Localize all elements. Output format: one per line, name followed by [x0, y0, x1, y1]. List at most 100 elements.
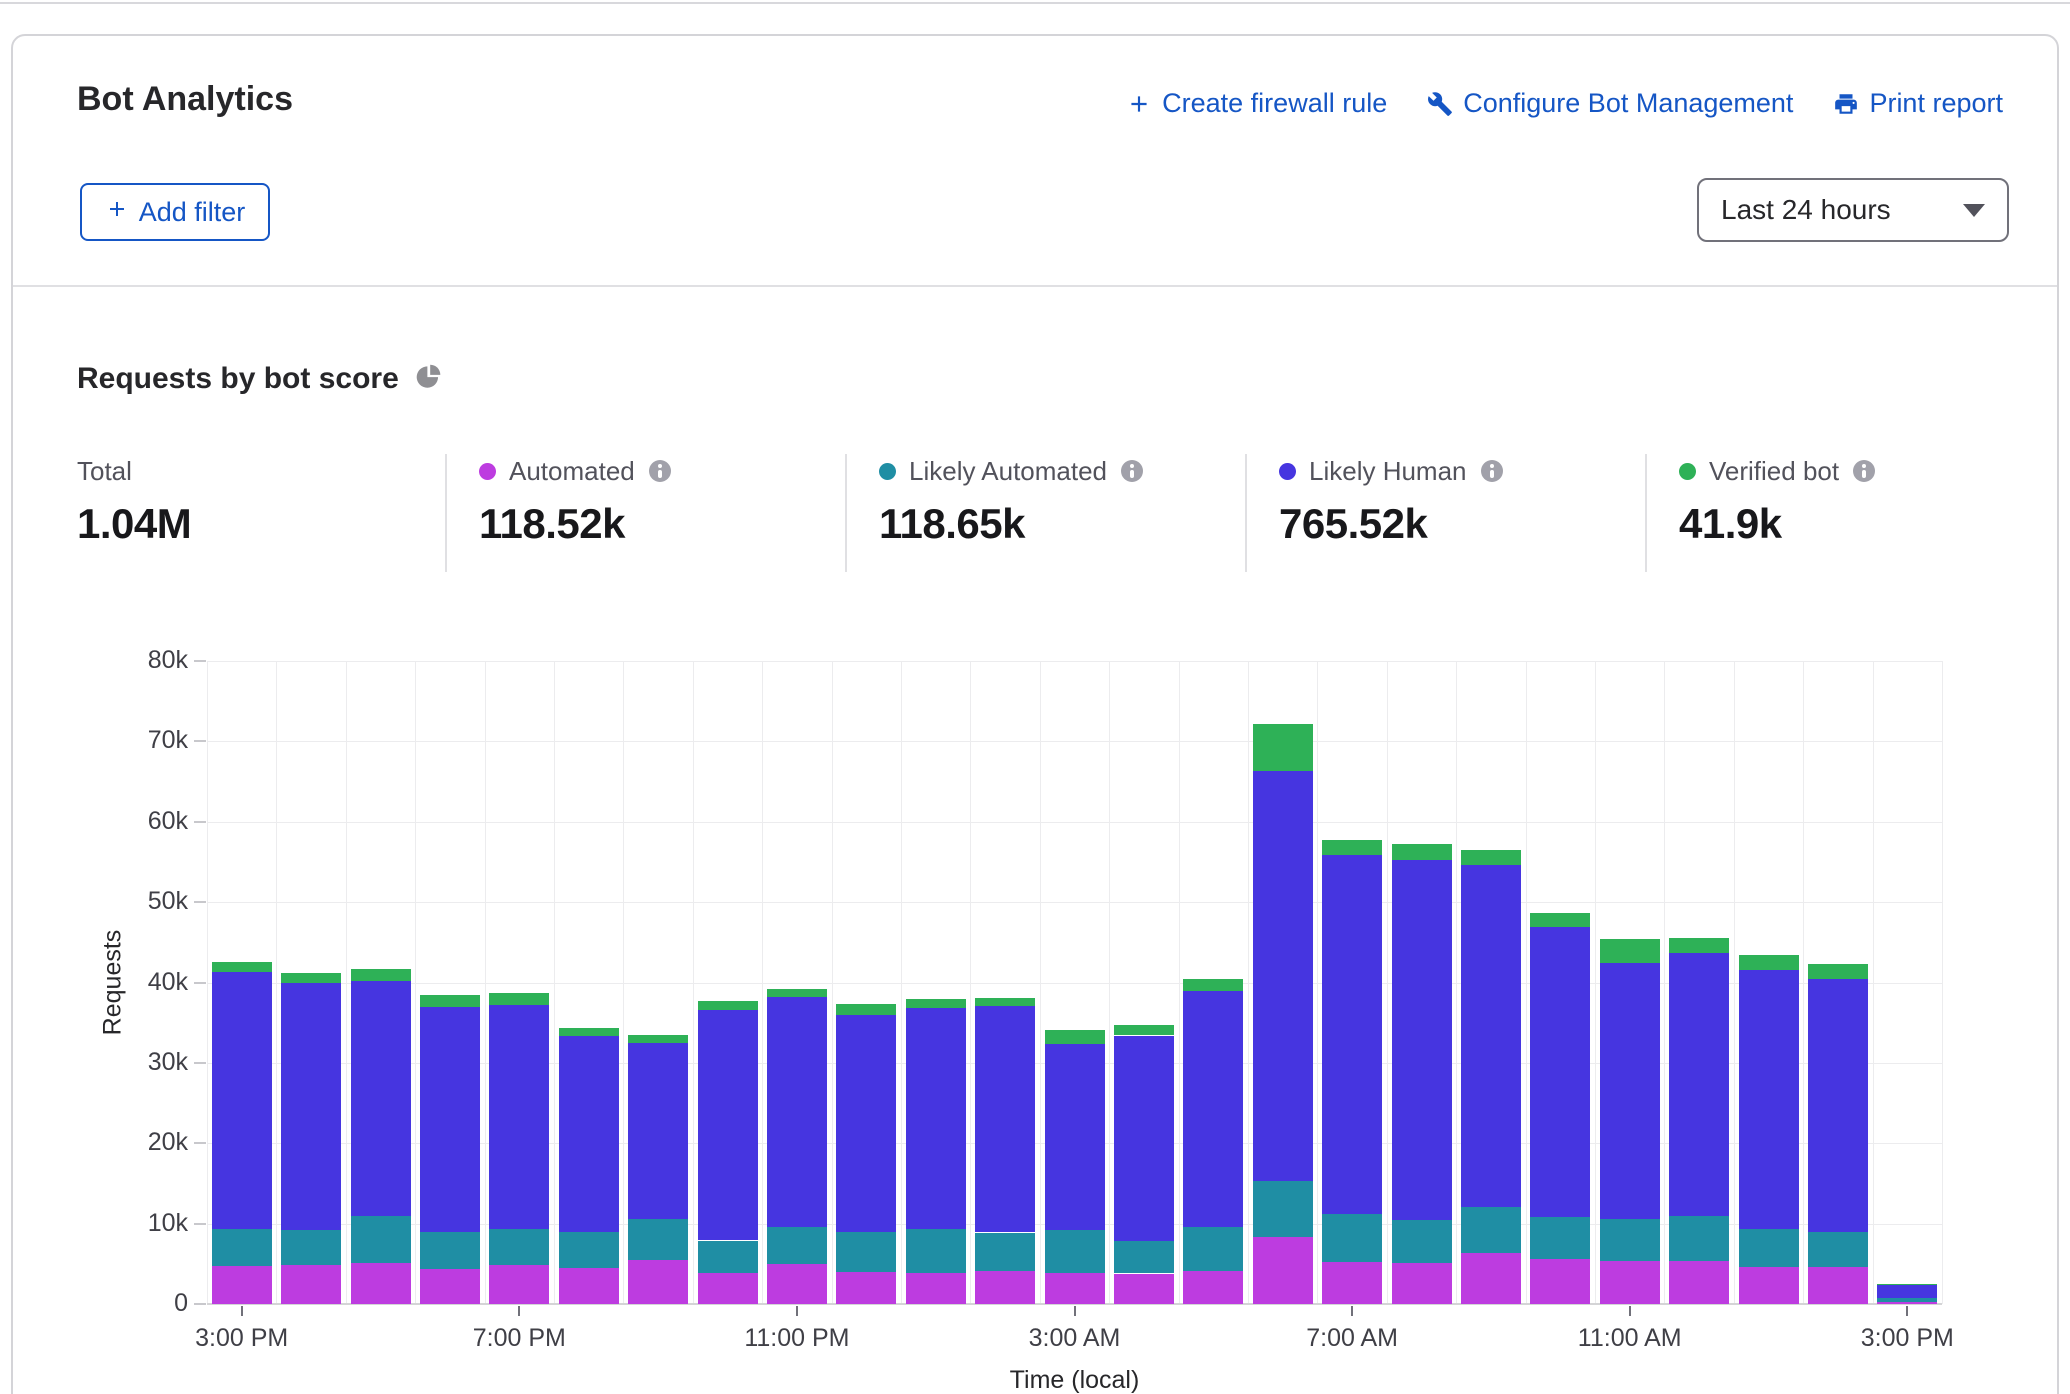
bar-segment-likely-automated[interactable]	[1808, 1232, 1868, 1267]
bar-segment-likely-automated[interactable]	[281, 1230, 341, 1265]
bar-segment-likely-human[interactable]	[698, 1010, 758, 1241]
bar-segment-automated[interactable]	[420, 1269, 480, 1304]
bar-segment-verified-bot[interactable]	[1253, 724, 1313, 771]
bar-segment-verified-bot[interactable]	[212, 962, 272, 972]
bar-segment-automated[interactable]	[975, 1271, 1035, 1304]
create-firewall-rule-link[interactable]: Create firewall rule	[1126, 88, 1387, 119]
bar-segment-likely-human[interactable]	[1183, 991, 1243, 1227]
bar-segment-likely-automated[interactable]	[698, 1241, 758, 1273]
bar-segment-automated[interactable]	[1183, 1271, 1243, 1304]
bar-segment-likely-human[interactable]	[420, 1007, 480, 1231]
bar-segment-likely-human[interactable]	[628, 1043, 688, 1219]
bar-segment-likely-automated[interactable]	[1322, 1214, 1382, 1262]
bar-segment-automated[interactable]	[351, 1263, 411, 1304]
bar-segment-verified-bot[interactable]	[1461, 850, 1521, 865]
bar-segment-likely-human[interactable]	[351, 981, 411, 1216]
bar-segment-likely-automated[interactable]	[1253, 1181, 1313, 1237]
bar-segment-likely-automated[interactable]	[975, 1233, 1035, 1272]
info-icon[interactable]	[1121, 460, 1143, 482]
bar-segment-likely-automated[interactable]	[906, 1229, 966, 1272]
bar-segment-automated[interactable]	[489, 1265, 549, 1304]
bar-segment-likely-automated[interactable]	[489, 1229, 549, 1265]
bar-segment-likely-automated[interactable]	[420, 1232, 480, 1269]
bar-segment-likely-human[interactable]	[1877, 1285, 1937, 1299]
bar-segment-likely-human[interactable]	[212, 972, 272, 1229]
bar-segment-automated[interactable]	[559, 1268, 619, 1304]
bar-segment-likely-automated[interactable]	[767, 1227, 827, 1264]
bar-segment-automated[interactable]	[1877, 1302, 1937, 1304]
bar-segment-likely-human[interactable]	[1253, 771, 1313, 1181]
bar-segment-verified-bot[interactable]	[1877, 1284, 1937, 1285]
bar-segment-automated[interactable]	[1461, 1253, 1521, 1304]
bar-segment-automated[interactable]	[906, 1273, 966, 1304]
bar-segment-verified-bot[interactable]	[906, 999, 966, 1009]
bar-segment-automated[interactable]	[1114, 1274, 1174, 1305]
bar-segment-verified-bot[interactable]	[1392, 844, 1452, 860]
bar-segment-likely-human[interactable]	[906, 1008, 966, 1229]
bar-segment-likely-automated[interactable]	[1739, 1229, 1799, 1267]
bar-segment-automated[interactable]	[1739, 1267, 1799, 1304]
bar-segment-likely-automated[interactable]	[836, 1232, 896, 1272]
bar-segment-verified-bot[interactable]	[351, 969, 411, 981]
bar-segment-likely-automated[interactable]	[1045, 1230, 1105, 1273]
bar-segment-automated[interactable]	[212, 1266, 272, 1304]
bar-segment-verified-bot[interactable]	[420, 995, 480, 1007]
bar-segment-verified-bot[interactable]	[559, 1028, 619, 1036]
time-range-select[interactable]: Last 24 hours	[1697, 178, 2009, 242]
bar-segment-automated[interactable]	[1808, 1267, 1868, 1304]
bar-segment-verified-bot[interactable]	[1322, 840, 1382, 855]
bar-segment-likely-human[interactable]	[1392, 860, 1452, 1220]
bar-segment-verified-bot[interactable]	[489, 993, 549, 1005]
bar-segment-verified-bot[interactable]	[1808, 964, 1868, 979]
bar-segment-likely-automated[interactable]	[1669, 1216, 1729, 1262]
bar-segment-likely-human[interactable]	[559, 1036, 619, 1231]
bar-segment-likely-automated[interactable]	[559, 1232, 619, 1268]
bar-segment-likely-human[interactable]	[281, 983, 341, 1230]
bar-segment-automated[interactable]	[836, 1272, 896, 1304]
bar-segment-verified-bot[interactable]	[628, 1035, 688, 1043]
bar-segment-automated[interactable]	[1392, 1263, 1452, 1304]
bar-segment-verified-bot[interactable]	[1530, 913, 1590, 928]
bar-segment-automated[interactable]	[1600, 1261, 1660, 1304]
bar-segment-automated[interactable]	[767, 1264, 827, 1304]
bar-segment-verified-bot[interactable]	[281, 973, 341, 983]
bar-segment-verified-bot[interactable]	[1114, 1025, 1174, 1035]
bar-segment-automated[interactable]	[698, 1273, 758, 1304]
bar-segment-verified-bot[interactable]	[1183, 979, 1243, 992]
info-icon[interactable]	[649, 460, 671, 482]
bar-segment-likely-automated[interactable]	[1183, 1227, 1243, 1271]
bar-segment-automated[interactable]	[1530, 1259, 1590, 1304]
bar-segment-likely-automated[interactable]	[1392, 1220, 1452, 1263]
bar-segment-verified-bot[interactable]	[975, 998, 1035, 1006]
bar-segment-automated[interactable]	[1045, 1273, 1105, 1304]
info-icon[interactable]	[1853, 460, 1875, 482]
bar-segment-verified-bot[interactable]	[767, 989, 827, 997]
bar-segment-likely-human[interactable]	[1045, 1044, 1105, 1230]
bar-segment-likely-human[interactable]	[1669, 953, 1729, 1216]
bar-segment-automated[interactable]	[1669, 1261, 1729, 1304]
bar-segment-likely-human[interactable]	[1530, 927, 1590, 1217]
bar-segment-likely-automated[interactable]	[212, 1229, 272, 1266]
bar-segment-likely-automated[interactable]	[1600, 1219, 1660, 1262]
bar-segment-likely-automated[interactable]	[628, 1219, 688, 1260]
print-report-link[interactable]: Print report	[1833, 88, 2003, 119]
info-icon[interactable]	[1481, 460, 1503, 482]
bar-segment-automated[interactable]	[281, 1265, 341, 1304]
bar-segment-likely-human[interactable]	[975, 1006, 1035, 1233]
bar-segment-likely-automated[interactable]	[1114, 1241, 1174, 1273]
bar-segment-likely-automated[interactable]	[1877, 1298, 1937, 1301]
bar-segment-likely-human[interactable]	[1739, 970, 1799, 1230]
bar-segment-verified-bot[interactable]	[836, 1004, 896, 1014]
add-filter-button[interactable]: Add filter	[80, 183, 270, 241]
bar-segment-verified-bot[interactable]	[1669, 938, 1729, 953]
bar-segment-likely-human[interactable]	[1322, 855, 1382, 1214]
bar-segment-likely-human[interactable]	[489, 1005, 549, 1229]
bar-segment-verified-bot[interactable]	[698, 1001, 758, 1010]
bar-segment-likely-human[interactable]	[1808, 979, 1868, 1231]
bar-segment-likely-automated[interactable]	[1461, 1207, 1521, 1254]
bar-segment-verified-bot[interactable]	[1600, 939, 1660, 963]
configure-bot-management-link[interactable]: Configure Bot Management	[1427, 88, 1793, 119]
bar-segment-automated[interactable]	[628, 1260, 688, 1304]
bar-segment-likely-automated[interactable]	[1530, 1217, 1590, 1259]
bar-segment-verified-bot[interactable]	[1739, 955, 1799, 970]
